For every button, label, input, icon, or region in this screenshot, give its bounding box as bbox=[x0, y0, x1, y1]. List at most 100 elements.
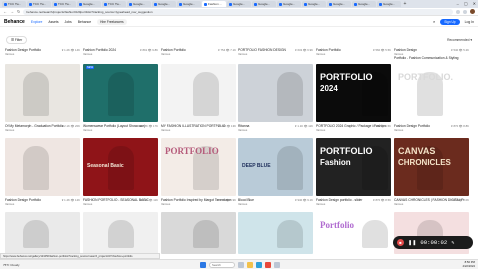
behance-logo[interactable]: Behance bbox=[4, 19, 25, 25]
chrome-icon[interactable] bbox=[265, 262, 271, 268]
project-thumbnail[interactable]: Portfolio bbox=[316, 212, 391, 254]
project-owner[interactable]: Various bbox=[83, 128, 92, 132]
project-thumbnail[interactable]: PORTFOLIO bbox=[161, 138, 236, 196]
browser-tab[interactable]: Google... bbox=[327, 1, 351, 7]
back-icon[interactable]: ← bbox=[3, 9, 7, 14]
system-tray[interactable]: 8:50 PM 4/22/2024 bbox=[463, 260, 475, 268]
project-card[interactable] bbox=[161, 212, 236, 254]
project-owner[interactable]: Various bbox=[238, 52, 247, 56]
new-tab-button[interactable]: + bbox=[402, 1, 408, 7]
project-thumbnail[interactable] bbox=[83, 212, 158, 254]
url-field[interactable]: behance.net/search/projects/fashion%20po… bbox=[23, 8, 453, 15]
project-owner[interactable]: Various bbox=[161, 52, 170, 56]
hire-freelancers-button[interactable]: Hire Freelancers bbox=[97, 18, 127, 25]
windows-start-icon[interactable] bbox=[200, 262, 206, 268]
nav-assets[interactable]: Assets bbox=[48, 20, 58, 24]
project-owner[interactable]: Various bbox=[316, 202, 325, 206]
project-owner[interactable]: Various bbox=[238, 202, 247, 206]
close-icon[interactable]: ✕ bbox=[473, 1, 476, 6]
sort-dropdown[interactable]: Recommended ▾ bbox=[447, 38, 472, 42]
browser-tab[interactable]: Google... bbox=[352, 1, 376, 7]
file-explorer-icon[interactable] bbox=[247, 262, 253, 268]
browser-tab[interactable]: Google... bbox=[227, 1, 251, 7]
project-card[interactable]: PORTFOLIO 2024 PORTFOLIO 2024 Graphic / Pa… bbox=[316, 64, 391, 134]
project-card[interactable]: Ritanna Various ♥ 1.1K 👁 11K bbox=[238, 64, 313, 134]
project-thumbnail[interactable]: CANVAS CHRONICLES bbox=[394, 138, 469, 196]
project-owner[interactable]: Various bbox=[161, 202, 170, 206]
project-thumbnail[interactable]: PORTFOLIO Fashion bbox=[316, 138, 391, 196]
project-card[interactable]: CANVAS CHRONICLES CANVAS CHRONICLES | FASH… bbox=[394, 138, 469, 208]
project-owner[interactable]: Various bbox=[238, 128, 247, 132]
project-card[interactable]: Fashion Portfolio Various ♥ 754 👁 7.1K bbox=[161, 48, 236, 60]
task-view-icon[interactable] bbox=[238, 262, 244, 268]
browser-tab[interactable]: Google... bbox=[277, 1, 301, 7]
project-card[interactable] bbox=[83, 212, 158, 254]
project-thumbnail[interactable]: DEEP BLUE bbox=[238, 138, 313, 196]
project-thumbnail[interactable] bbox=[238, 64, 313, 122]
project-thumbnail[interactable]: NEW bbox=[83, 64, 158, 122]
browser-tab[interactable]: Google... bbox=[127, 1, 151, 7]
signup-button[interactable]: Sign Up bbox=[440, 18, 460, 25]
project-card[interactable]: Fashion Portfolio Various ♥ 560 👁 5.5K bbox=[316, 48, 391, 60]
project-card[interactable] bbox=[5, 212, 80, 254]
reload-icon[interactable]: ↻ bbox=[17, 9, 20, 14]
project-card[interactable]: Fashion Design Portfolio Various ♥ 1.2K 👁 … bbox=[5, 48, 80, 60]
project-thumbnail[interactable] bbox=[5, 212, 80, 254]
taskbar-search[interactable]: Search bbox=[209, 262, 235, 268]
project-card[interactable]: PORTFOLIO Fashion Portfolio Inspired by M… bbox=[161, 138, 236, 208]
project-owner[interactable]: Various bbox=[5, 202, 14, 206]
profile-avatar[interactable] bbox=[470, 9, 475, 14]
project-card[interactable]: MY FASHION ILLUSTRATION PORTFOLIO Various… bbox=[161, 64, 236, 134]
project-thumbnail[interactable] bbox=[161, 212, 236, 254]
project-card[interactable]: Portfolio - Fashion Communication & Styl… bbox=[394, 56, 469, 62]
browser-tab[interactable]: Google... bbox=[302, 1, 326, 7]
project-card[interactable]: PORTFOLIO FASHION DESIGN Various ♥ 632 👁 6… bbox=[238, 48, 313, 60]
pen-icon[interactable]: ✎ bbox=[451, 240, 454, 245]
maximize-icon[interactable]: ▢ bbox=[464, 1, 468, 6]
project-thumbnail[interactable]: PORTFOLIO 2024 bbox=[316, 64, 391, 122]
browser-tab[interactable]: TCC Tw... bbox=[102, 1, 126, 7]
weather-widget[interactable]: 75°F Cloudy bbox=[3, 263, 20, 267]
browser-tab[interactable]: Google... bbox=[252, 1, 276, 7]
project-card[interactable]: Fashion Portfolio 2024 Various ♥ 891 👁 9.8… bbox=[83, 48, 158, 60]
nav-behance[interactable]: Behance bbox=[78, 20, 91, 24]
stop-record-button[interactable]: ■ bbox=[397, 239, 404, 246]
extension-icon[interactable] bbox=[456, 9, 460, 14]
project-owner[interactable]: Various bbox=[83, 52, 92, 56]
browser-tab[interactable]: Google... bbox=[377, 1, 401, 7]
project-card[interactable]: Seasonal Basic FASHION PORTFOLIO - SEASON… bbox=[83, 138, 158, 208]
project-owner[interactable]: Various bbox=[83, 202, 92, 206]
project-owner[interactable]: Various bbox=[394, 128, 403, 132]
project-owner[interactable]: Various bbox=[316, 52, 325, 56]
search-icon[interactable]: ⌕ bbox=[433, 19, 435, 24]
browser-tab[interactable]: Google... bbox=[77, 1, 101, 7]
project-card[interactable]: NEW Womenswear Portfolio (Layout Showcase… bbox=[83, 64, 158, 134]
browser-tab[interactable]: TCC Tw... bbox=[52, 1, 76, 7]
project-thumbnail[interactable] bbox=[161, 64, 236, 122]
project-thumbnail[interactable]: Seasonal Basic bbox=[83, 138, 158, 196]
project-card[interactable]: Fashion Design Portfolio Various ♥ 1.4K 👁 … bbox=[5, 138, 80, 208]
pause-icon[interactable]: ❚❚ bbox=[408, 240, 416, 246]
project-thumbnail[interactable] bbox=[5, 138, 80, 196]
project-thumbnail[interactable] bbox=[5, 64, 80, 122]
project-owner[interactable]: Various bbox=[5, 52, 14, 56]
minimize-icon[interactable]: – bbox=[457, 1, 459, 6]
project-owner[interactable]: Various bbox=[161, 128, 170, 132]
project-card[interactable]: PORTFOLIO. Fashion Design Portfolio Variou… bbox=[394, 64, 469, 134]
project-owner[interactable]: Various bbox=[394, 202, 403, 206]
store-icon[interactable] bbox=[274, 262, 280, 268]
project-owner[interactable]: Various bbox=[316, 128, 325, 132]
project-card[interactable]: Of My Metamorph - Graduation Portfolio Va… bbox=[5, 64, 80, 134]
project-card[interactable]: PORTFOLIO Fashion Fashion Design portfolio… bbox=[316, 138, 391, 208]
project-card[interactable]: Portfolio bbox=[316, 212, 391, 254]
login-link[interactable]: Log In bbox=[465, 20, 474, 24]
browser-tab[interactable]: Fashion ... bbox=[202, 1, 226, 7]
project-owner[interactable]: Various bbox=[5, 128, 14, 132]
browser-tab[interactable]: Google... bbox=[152, 1, 176, 7]
project-card[interactable]: DEEP BLUE Blood Blue Various ♥ 940 👁 9.1K bbox=[238, 138, 313, 208]
nav-jobs[interactable]: Jobs bbox=[65, 20, 72, 24]
browser-tab[interactable]: TCC Tw... bbox=[2, 1, 26, 7]
nav-explore[interactable]: Explore bbox=[31, 20, 43, 24]
project-thumbnail[interactable]: PORTFOLIO. bbox=[394, 64, 469, 122]
edge-icon[interactable] bbox=[256, 262, 262, 268]
